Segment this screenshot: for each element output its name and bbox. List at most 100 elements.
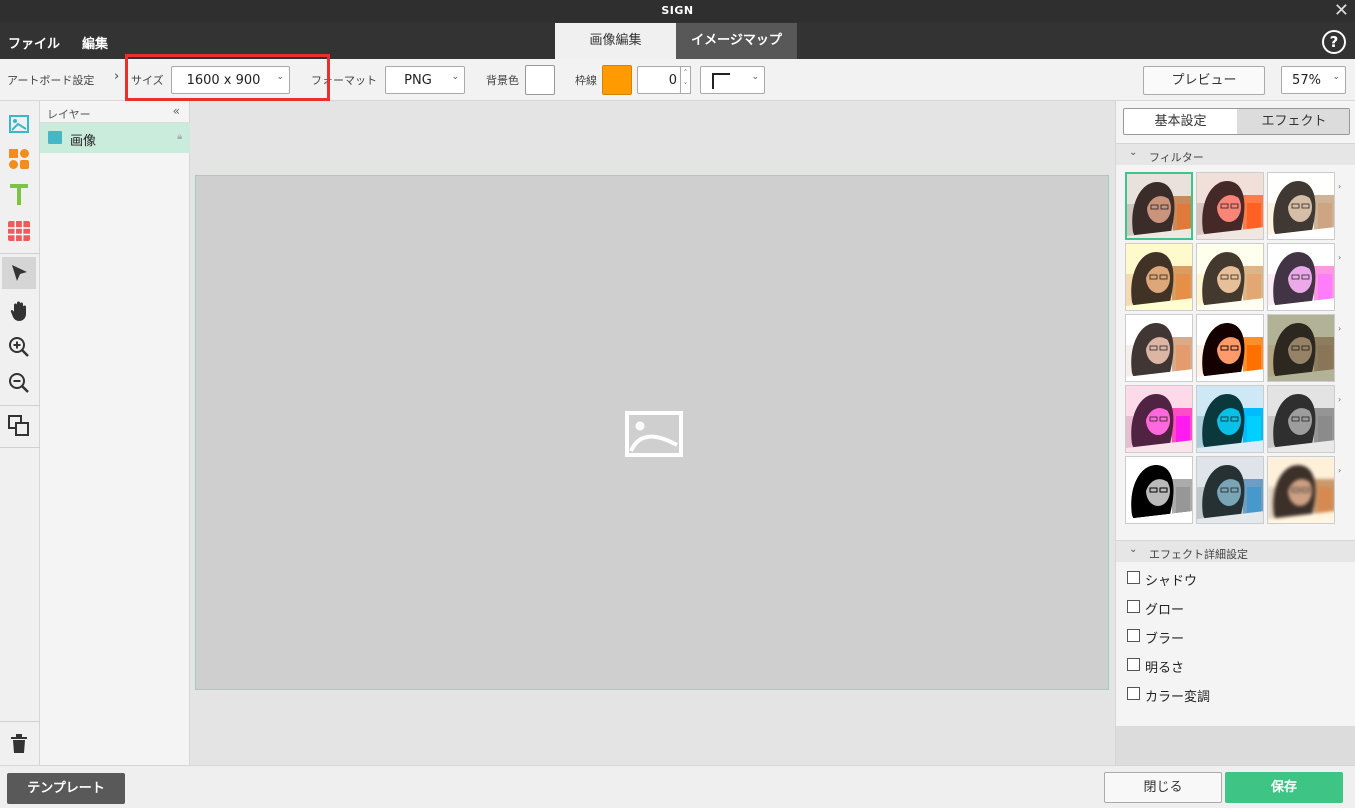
portrait-image — [1268, 386, 1334, 452]
effect-section-header[interactable]: ⌄ エフェクト詳細設定 — [1116, 540, 1355, 562]
preview-button[interactable]: プレビュー — [1143, 66, 1265, 95]
checkbox[interactable] — [1127, 571, 1140, 584]
border-color-swatch[interactable] — [602, 65, 632, 95]
hand-icon — [10, 301, 26, 321]
close-window-icon[interactable]: ✕ — [1334, 0, 1349, 22]
zoom-value: 57% — [1292, 73, 1321, 88]
border-width-stepper[interactable]: ˄ ˅ — [680, 66, 691, 94]
format-value: PNG — [404, 73, 432, 88]
canvas-area[interactable] — [190, 101, 1115, 765]
layers-panel: レイヤー « 画像 🔒︎ — [40, 101, 190, 765]
tab-image-map[interactable]: イメージマップ — [676, 23, 797, 59]
layer-order-icon — [8, 415, 29, 436]
close-button[interactable]: 閉じる — [1104, 772, 1222, 803]
layer-name: 画像 — [70, 134, 97, 149]
delete-tool[interactable] — [2, 728, 36, 760]
corner-line-icon — [712, 73, 730, 89]
portrait-image — [1126, 315, 1192, 381]
image-tool[interactable] — [2, 108, 36, 140]
tab-image-edit[interactable]: 画像編集 — [555, 23, 676, 59]
table-icon — [8, 221, 30, 241]
filter-grid: › › › › › — [1125, 172, 1345, 528]
filter-thumbnail[interactable] — [1267, 385, 1335, 453]
chevron-down-icon: ⌄ — [1129, 544, 1138, 555]
filter-thumbnail[interactable] — [1196, 243, 1264, 311]
filter-thumbnail[interactable] — [1267, 456, 1335, 524]
portrait-image — [1197, 173, 1263, 239]
portrait-image — [1268, 173, 1334, 239]
chevron-right-icon: › — [1338, 253, 1342, 262]
tool-icon-bar — [0, 101, 40, 765]
text-tool[interactable] — [2, 179, 36, 211]
tab-basic-settings[interactable]: 基本設定 — [1124, 109, 1237, 134]
layers-title: レイヤー — [47, 108, 91, 121]
filter-thumbnail[interactable] — [1267, 314, 1335, 382]
background-color-swatch[interactable] — [525, 65, 555, 95]
chevron-right-icon: › — [1338, 182, 1342, 191]
artboard[interactable] — [195, 175, 1109, 690]
save-button[interactable]: 保存 — [1225, 772, 1343, 803]
zoom-select[interactable]: 57% ⌄ — [1281, 66, 1346, 94]
portrait-image — [1127, 174, 1191, 238]
help-icon[interactable]: ? — [1322, 30, 1346, 54]
divider — [0, 405, 40, 406]
title-bar: SIGN ✕ — [0, 0, 1355, 22]
divider — [0, 721, 40, 722]
trash-icon — [11, 734, 27, 753]
checkbox[interactable] — [1127, 629, 1140, 642]
checkbox[interactable] — [1127, 600, 1140, 613]
background-color-label: 背景色 — [486, 74, 519, 87]
checkbox[interactable] — [1127, 687, 1140, 700]
zoom-in-tool[interactable] — [2, 331, 36, 363]
checkbox[interactable] — [1127, 658, 1140, 671]
chevron-down-icon: ⌄ — [1332, 72, 1340, 82]
filter-thumbnail[interactable] — [1125, 314, 1193, 382]
portrait-image — [1197, 457, 1263, 523]
zoom-out-tool[interactable] — [2, 367, 36, 399]
filter-section-title: フィルター — [1149, 151, 1204, 164]
portrait-image — [1197, 315, 1263, 381]
filter-thumbnail[interactable] — [1196, 314, 1264, 382]
hand-tool[interactable] — [2, 295, 36, 327]
chevron-right-icon: › — [1338, 324, 1342, 333]
chevron-right-icon: › — [1338, 466, 1342, 475]
menu-file[interactable]: ファイル — [8, 33, 60, 52]
effect-section-title: エフェクト詳細設定 — [1149, 548, 1248, 561]
image-placeholder-icon — [625, 411, 683, 457]
divider — [0, 447, 40, 448]
filter-thumbnail[interactable] — [1125, 243, 1193, 311]
filter-thumbnail[interactable] — [1196, 385, 1264, 453]
table-tool[interactable] — [2, 215, 36, 247]
shape-tool[interactable] — [2, 143, 36, 175]
lock-icon[interactable]: 🔒︎ — [177, 132, 182, 142]
image-icon — [48, 131, 62, 144]
text-icon — [10, 184, 28, 205]
tab-effects[interactable]: エフェクト — [1237, 109, 1349, 134]
border-width-input[interactable]: 0 — [637, 66, 681, 94]
effect-label: 明るさ — [1145, 661, 1185, 676]
collapse-panel-icon[interactable]: « — [173, 104, 180, 118]
portrait-image — [1268, 457, 1334, 523]
portrait-image — [1197, 244, 1263, 310]
select-tool[interactable] — [2, 257, 36, 289]
filter-thumbnail[interactable] — [1125, 172, 1193, 240]
divider — [0, 253, 40, 254]
effect-label: カラー変調 — [1145, 690, 1211, 705]
format-select[interactable]: PNG ⌄ — [385, 66, 465, 94]
layer-item[interactable]: 画像 🔒︎ — [40, 123, 190, 153]
menu-edit[interactable]: 編集 — [82, 33, 108, 52]
panel-footer — [1116, 726, 1355, 765]
border-style-select[interactable]: ⌄ — [700, 66, 765, 94]
filter-thumbnail[interactable] — [1196, 172, 1264, 240]
filter-section-header[interactable]: ⌄ フィルター — [1116, 143, 1355, 165]
effect-label: グロー — [1145, 603, 1185, 618]
filter-thumbnail[interactable] — [1196, 456, 1264, 524]
template-button[interactable]: テンプレート — [7, 773, 125, 804]
filter-thumbnail[interactable] — [1267, 243, 1335, 311]
portrait-image — [1268, 315, 1334, 381]
breadcrumb-separator: › — [114, 69, 120, 84]
arrange-tool[interactable] — [2, 410, 36, 442]
filter-thumbnail[interactable] — [1125, 385, 1193, 453]
filter-thumbnail[interactable] — [1125, 456, 1193, 524]
filter-thumbnail[interactable] — [1267, 172, 1335, 240]
